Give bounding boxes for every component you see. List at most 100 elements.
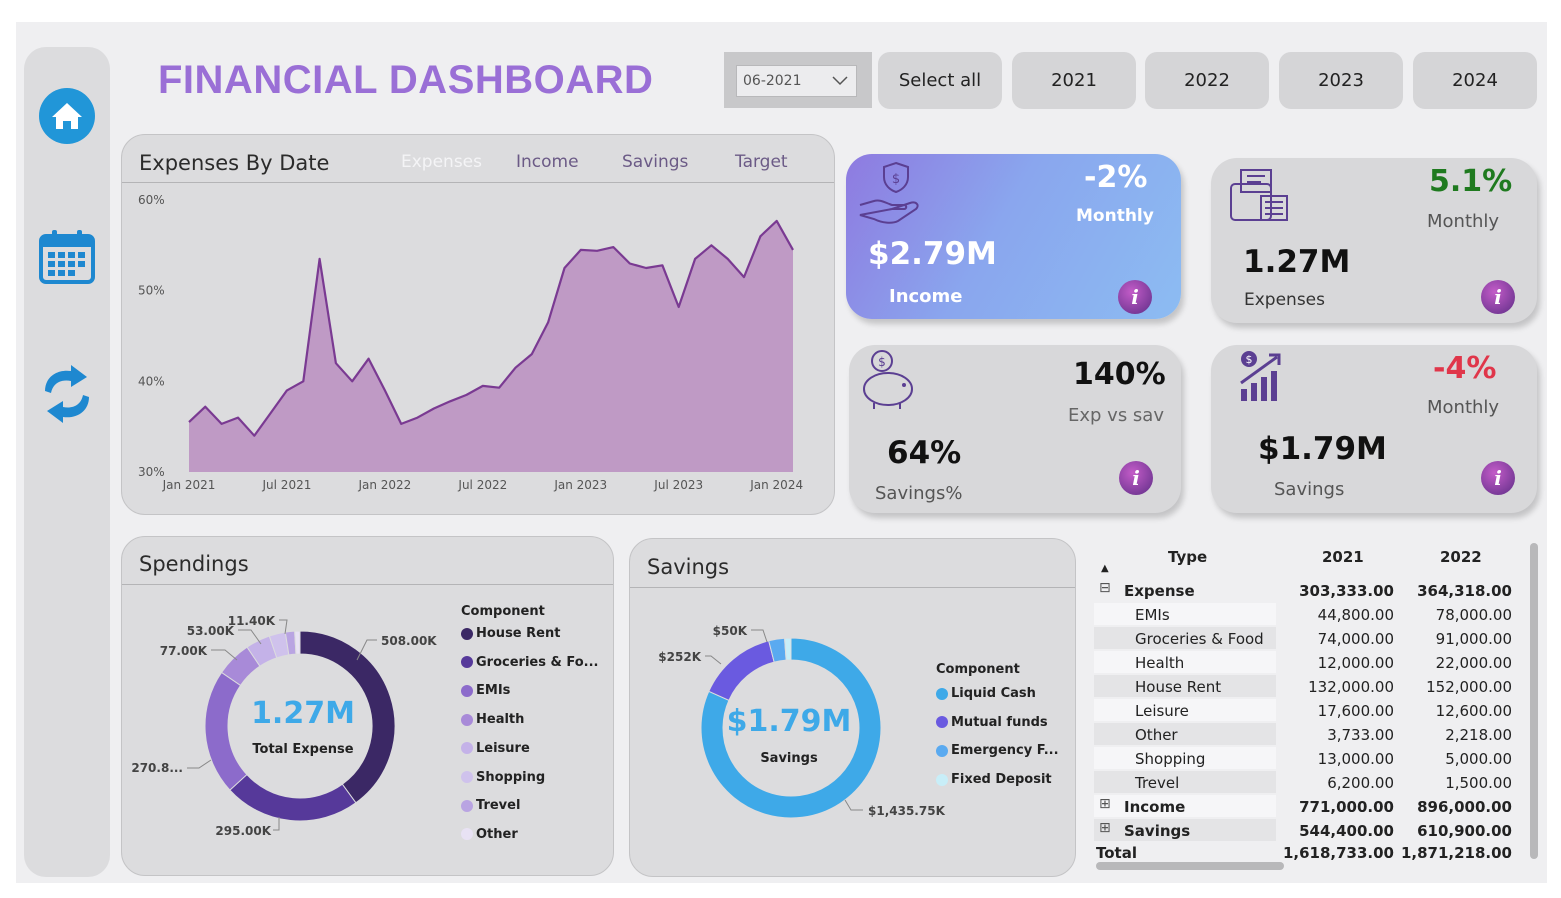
income-pct: -2% <box>1084 160 1148 195</box>
matrix-row-label: Groceries & Food <box>1135 630 1264 648</box>
income-value: $2.79M <box>868 236 997 272</box>
row-shade <box>1094 603 1276 625</box>
matrix-row-label: Health <box>1135 654 1185 672</box>
row-shade <box>1094 771 1276 793</box>
legend-label: Liquid Cash <box>951 686 1036 701</box>
refresh-button[interactable] <box>24 363 110 425</box>
matrix-row-label: Other <box>1135 726 1178 744</box>
matrix-horizontal-scrollbar[interactable] <box>1096 862 1284 870</box>
x-tick-label: Jul 2023 <box>653 478 703 492</box>
matrix-cell-2021: 771,000.00 <box>1299 798 1394 816</box>
savings-monthly-pct: -4% <box>1433 351 1497 386</box>
legend-swatch <box>461 713 473 726</box>
collapse-icon[interactable]: ⊟ <box>1099 580 1111 596</box>
matrix-cell-2021: 13,000.00 <box>1317 750 1394 768</box>
x-tick-label: Jul 2021 <box>262 478 312 492</box>
legend-swatch <box>936 744 948 757</box>
x-tick-label: Jan 2023 <box>553 478 607 492</box>
legend-label: Other <box>476 826 518 842</box>
donut-slice[interactable] <box>204 671 248 791</box>
date-dropdown[interactable]: 06-2021 <box>736 65 857 97</box>
expand-icon[interactable]: ⊞ <box>1099 796 1111 812</box>
matrix-header-2022[interactable]: 2022 <box>1440 548 1482 566</box>
spendings-legend-item[interactable]: Leisure <box>461 741 530 756</box>
matrix-vertical-scrollbar[interactable] <box>1530 543 1538 859</box>
matrix-cell-2022: 1,871,218.00 <box>1400 844 1512 862</box>
legend-label: Leisure <box>476 740 530 756</box>
matrix-header-2021[interactable]: 2021 <box>1322 548 1364 566</box>
year-2024-button[interactable]: 2024 <box>1413 52 1537 109</box>
savings-legend-item[interactable]: Fixed Deposit <box>936 772 1052 787</box>
data-label: $1,435.75K <box>868 804 946 818</box>
matrix-cell-2022: 78,000.00 <box>1435 606 1512 624</box>
matrix-cell-2022: 5,000.00 <box>1445 750 1512 768</box>
savings-center-value: $1.79M <box>726 704 852 739</box>
income-info-button[interactable]: i <box>1118 280 1152 314</box>
matrix-cell-2021: 12,000.00 <box>1317 654 1394 672</box>
expenses-pct-label: Monthly <box>1427 211 1500 232</box>
home-button[interactable] <box>24 87 110 145</box>
matrix-table: Type 2021 2022 ▲ ⊟ Expense 303,333.00 364,3… <box>1094 543 1542 877</box>
expenses-info-button[interactable]: i <box>1481 280 1515 314</box>
legend-swatch <box>936 716 948 729</box>
spendings-legend-item[interactable]: Other <box>461 827 518 842</box>
legend-label: Mutual funds <box>951 714 1048 730</box>
spendings-legend-item[interactable]: Trevel <box>461 798 520 813</box>
data-label: 508.00K <box>381 634 437 648</box>
matrix-cell-2022: 12,600.00 <box>1435 702 1512 720</box>
matrix-header-type[interactable]: Type <box>1168 548 1207 566</box>
spendings-legend-item[interactable]: Health <box>461 712 524 727</box>
legend-swatch <box>461 799 473 812</box>
spendings-legend-item[interactable]: House Rent <box>461 626 560 641</box>
sort-up-icon[interactable]: ▲ <box>1101 563 1109 574</box>
savings-pct-info-button[interactable]: i <box>1119 461 1153 495</box>
matrix-row-label: Trevel <box>1135 774 1180 792</box>
donut-slice[interactable] <box>294 630 301 655</box>
spendings-center-label: Total Expense <box>252 742 354 757</box>
spendings-legend-item[interactable]: Groceries & Fo... <box>461 655 598 670</box>
spendings-legend-item[interactable]: EMIs <box>461 683 510 698</box>
savings-info-button[interactable]: i <box>1481 461 1515 495</box>
calendar-button[interactable] <box>24 227 110 285</box>
svg-text:$: $ <box>878 355 886 369</box>
matrix-row: ⊟ Expense 303,333.00 364,318.00 <box>1094 579 1524 603</box>
select-all-button[interactable]: Select all <box>878 52 1002 109</box>
matrix-cell-2022: 364,318.00 <box>1417 582 1512 600</box>
donut-slice[interactable] <box>229 773 357 822</box>
matrix-row-label: Income <box>1124 798 1186 816</box>
legend-label: Groceries & Fo... <box>476 654 599 670</box>
year-2022-button[interactable]: 2022 <box>1145 52 1269 109</box>
savings-kpi-card: $ -4% Monthly $1.79M Savings i <box>1211 345 1537 513</box>
legend-label: House Rent <box>476 626 561 641</box>
data-label: 270.8... <box>131 761 183 775</box>
savings-legend-title: Component <box>936 662 1020 677</box>
legend-label: Shopping <box>476 769 546 785</box>
y-tick-label: 40% <box>138 374 165 388</box>
donut-slice[interactable] <box>708 640 775 701</box>
income-label: Income <box>889 286 963 307</box>
label-leader-line <box>187 759 212 769</box>
income-pct-label: Monthly <box>1076 206 1154 226</box>
legend-swatch <box>461 627 473 640</box>
svg-text:$: $ <box>892 172 900 187</box>
matrix-row-label: Savings <box>1124 822 1191 840</box>
matrix-row: Other 3,733.00 2,218.00 <box>1094 723 1524 747</box>
savings-legend-item[interactable]: Mutual funds <box>936 715 1048 730</box>
expand-icon[interactable]: ⊞ <box>1099 820 1111 836</box>
matrix-cell-2021: 17,600.00 <box>1317 702 1394 720</box>
matrix-row: EMIs 44,800.00 78,000.00 <box>1094 603 1524 627</box>
donut-slice[interactable] <box>784 637 792 661</box>
x-tick-label: Jan 2022 <box>357 478 411 492</box>
matrix-cell-2021: 544,400.00 <box>1299 822 1394 840</box>
matrix-row: Shopping 13,000.00 5,000.00 <box>1094 747 1524 771</box>
x-tick-label: Jul 2022 <box>457 478 507 492</box>
spendings-legend-item[interactable]: Shopping <box>461 770 545 785</box>
year-2023-button[interactable]: 2023 <box>1279 52 1403 109</box>
savings-legend-item[interactable]: Liquid Cash <box>936 686 1036 701</box>
matrix-row: Leisure 17,600.00 12,600.00 <box>1094 699 1524 723</box>
year-2021-button[interactable]: 2021 <box>1012 52 1136 109</box>
savings-legend-item[interactable]: Emergency F... <box>936 743 1059 758</box>
matrix-row: Trevel 6,200.00 1,500.00 <box>1094 771 1524 795</box>
matrix-row: ⊞ Income 771,000.00 896,000.00 <box>1094 795 1524 819</box>
sidebar <box>24 47 110 877</box>
